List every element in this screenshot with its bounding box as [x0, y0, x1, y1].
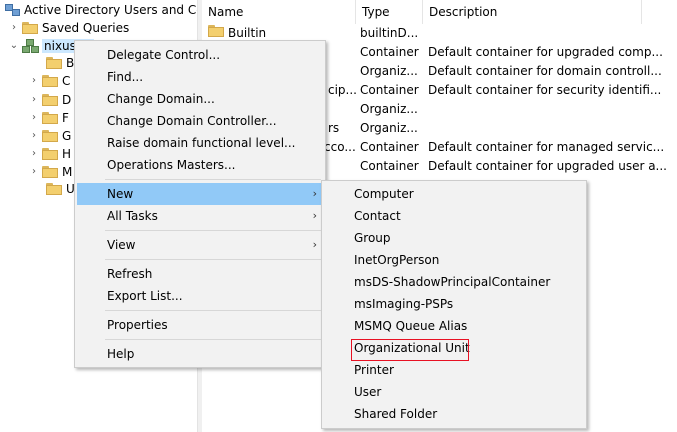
menu-item-all-tasks-label: All Tasks [107, 209, 158, 223]
tree-child[interactable]: › D [28, 90, 71, 109]
new-submenu: Computer Contact Group InetOrgPerson msD… [321, 180, 587, 429]
tree-child[interactable]: U [44, 179, 75, 198]
menu-separator [105, 259, 321, 260]
type-cell: builtinD... [360, 26, 419, 40]
tree-root[interactable]: Active Directory Users and Com [4, 0, 215, 19]
domain-icon [22, 38, 39, 53]
menu-separator [105, 310, 321, 311]
tree-item-label: Saved Queries [42, 20, 130, 35]
folder-icon [42, 74, 58, 87]
chevron-right-icon: › [312, 187, 317, 200]
description-cell: Default container for security identifi.… [428, 83, 662, 97]
menu-item-view[interactable]: View › [77, 234, 323, 256]
name-text: Builtin [228, 26, 267, 40]
submenu-item-contact[interactable]: Contact [324, 205, 584, 227]
chevron-right-icon[interactable]: › [28, 166, 40, 177]
chevron-right-icon: › [312, 238, 317, 251]
tree-child[interactable]: › G [28, 126, 71, 145]
context-menu: Delegate Control... Find... Change Domai… [74, 40, 326, 368]
tree-root-label: Active Directory Users and Com [24, 2, 216, 17]
menu-item-change-domain-controller[interactable]: Change Domain Controller... [77, 110, 323, 132]
submenu-item-msmq-queue-alias[interactable]: MSMQ Queue Alias [324, 315, 584, 337]
tree-child-label: D [62, 92, 72, 107]
tree-child[interactable]: › C [28, 71, 70, 90]
type-cell: Organiz... [360, 102, 418, 116]
tree-child-label: G [62, 128, 72, 143]
menu-item-help[interactable]: Help [77, 343, 323, 365]
column-header-name[interactable]: Name [202, 0, 356, 24]
column-header-type[interactable]: Type [356, 0, 423, 24]
column-header-description[interactable]: Description [423, 0, 642, 24]
chevron-right-icon[interactable]: › [28, 130, 40, 141]
submenu-item-computer[interactable]: Computer [324, 183, 584, 205]
menu-item-delegate-control[interactable]: Delegate Control... [77, 44, 323, 66]
submenu-item-inetorgperson[interactable]: InetOrgPerson [324, 249, 584, 271]
description-cell: Default container for domain controll... [428, 64, 662, 78]
chevron-right-icon[interactable]: › [28, 75, 40, 86]
menu-item-new-label: New [107, 187, 134, 201]
folder-icon [42, 129, 58, 142]
submenu-item-printer[interactable]: Printer [324, 359, 584, 381]
menu-item-view-label: View [107, 238, 136, 252]
folder-icon [46, 56, 62, 69]
folder-icon [42, 93, 58, 106]
tree-child-label: M [62, 164, 73, 179]
menu-item-refresh[interactable]: Refresh [77, 263, 323, 285]
chevron-right-icon[interactable]: › [8, 22, 20, 33]
tree-child[interactable]: › H [28, 144, 71, 163]
name-cell: cip... [328, 83, 356, 97]
submenu-item-shared-folder[interactable]: Shared Folder [324, 403, 584, 425]
tree-child-label: B [66, 55, 75, 70]
menu-item-export-list[interactable]: Export List... [77, 285, 323, 307]
folder-icon [46, 182, 62, 195]
menu-item-new[interactable]: New › [77, 183, 323, 205]
folder-icon [208, 25, 224, 37]
chevron-right-icon[interactable]: › [28, 94, 40, 105]
chevron-right-icon[interactable]: › [28, 112, 40, 123]
chevron-right-icon[interactable]: › [28, 148, 40, 159]
type-cell: Container [360, 83, 419, 97]
tree-child[interactable]: › F [28, 108, 69, 127]
type-cell: Organiz... [360, 121, 418, 135]
tree-child-label: H [62, 146, 72, 161]
chevron-right-icon: › [312, 209, 317, 222]
folder-icon [42, 165, 58, 178]
tree-child-label: C [62, 73, 71, 88]
name-cell: cco... [324, 140, 356, 154]
menu-item-properties[interactable]: Properties [77, 314, 323, 336]
menu-item-all-tasks[interactable]: All Tasks › [77, 205, 323, 227]
tree-child-label: F [62, 110, 69, 125]
menu-separator [105, 179, 321, 180]
menu-item-operations-masters[interactable]: Operations Masters... [77, 154, 323, 176]
folder-icon [22, 21, 38, 34]
description-cell: Default container for upgraded user a... [428, 159, 667, 173]
type-cell: Container [360, 140, 419, 154]
submenu-item-user[interactable]: User [324, 381, 584, 403]
folder-icon [42, 111, 58, 124]
tree-item-saved-queries[interactable]: › Saved Queries [8, 18, 129, 37]
submenu-item-shadow-principal-container[interactable]: msDS-ShadowPrincipalContainer [324, 271, 584, 293]
submenu-item-msimaging-psps[interactable]: msImaging-PSPs [324, 293, 584, 315]
menu-separator [105, 339, 321, 340]
highlight-outline [351, 339, 469, 361]
type-cell: Container [360, 45, 419, 59]
description-cell: Default container for upgraded comp... [428, 45, 663, 59]
menu-separator [105, 230, 321, 231]
folder-icon [42, 147, 58, 160]
submenu-item-group[interactable]: Group [324, 227, 584, 249]
type-cell: Organiz... [360, 64, 418, 78]
tree-child[interactable]: B [44, 53, 74, 72]
description-cell: Default container for managed servic... [428, 140, 665, 154]
menu-item-change-domain[interactable]: Change Domain... [77, 88, 323, 110]
menu-item-raise-functional-level[interactable]: Raise domain functional level... [77, 132, 323, 154]
chevron-down-icon[interactable]: ⌄ [8, 40, 20, 51]
type-cell: Container [360, 159, 419, 173]
name-cell: rs [328, 121, 340, 135]
ad-users-computers-icon [4, 3, 20, 17]
menu-item-find[interactable]: Find... [77, 66, 323, 88]
